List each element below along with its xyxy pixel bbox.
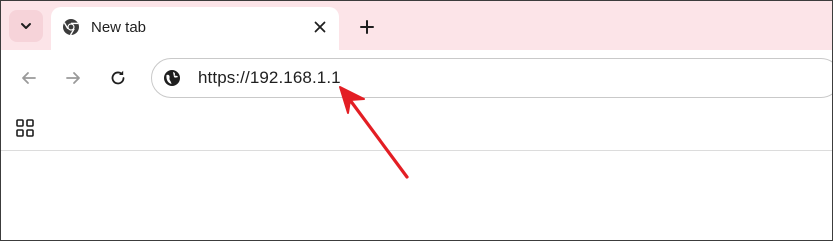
- arrow-left-icon: [22, 72, 36, 84]
- apps-button[interactable]: [13, 116, 37, 140]
- forward-button[interactable]: [59, 64, 87, 92]
- tab-strip: New tab: [1, 1, 832, 50]
- browser-window: New tab https://192.168.1.1: [0, 0, 833, 241]
- arrow-right-icon: [66, 72, 80, 84]
- toolbar: https://192.168.1.1: [1, 50, 832, 106]
- address-bar[interactable]: https://192.168.1.1: [151, 58, 832, 98]
- tab-title: New tab: [91, 19, 147, 36]
- tab-close-button[interactable]: [309, 16, 331, 38]
- bookmarks-bar: [1, 106, 832, 150]
- close-icon: [314, 21, 326, 33]
- back-button[interactable]: [15, 64, 43, 92]
- url-text[interactable]: https://192.168.1.1: [198, 68, 341, 88]
- reload-button[interactable]: [104, 64, 132, 92]
- plus-icon: [360, 20, 374, 34]
- tab-new-tab[interactable]: New tab: [51, 7, 339, 50]
- chrome-icon: [63, 19, 79, 36]
- reload-icon: [111, 70, 125, 85]
- apps-grid-icon: [16, 119, 34, 137]
- page-content: [1, 151, 832, 240]
- globe-icon[interactable]: [163, 69, 181, 87]
- tab-search-button[interactable]: [9, 10, 43, 42]
- new-tab-button[interactable]: [353, 13, 381, 41]
- chevron-down-icon: [21, 23, 31, 29]
